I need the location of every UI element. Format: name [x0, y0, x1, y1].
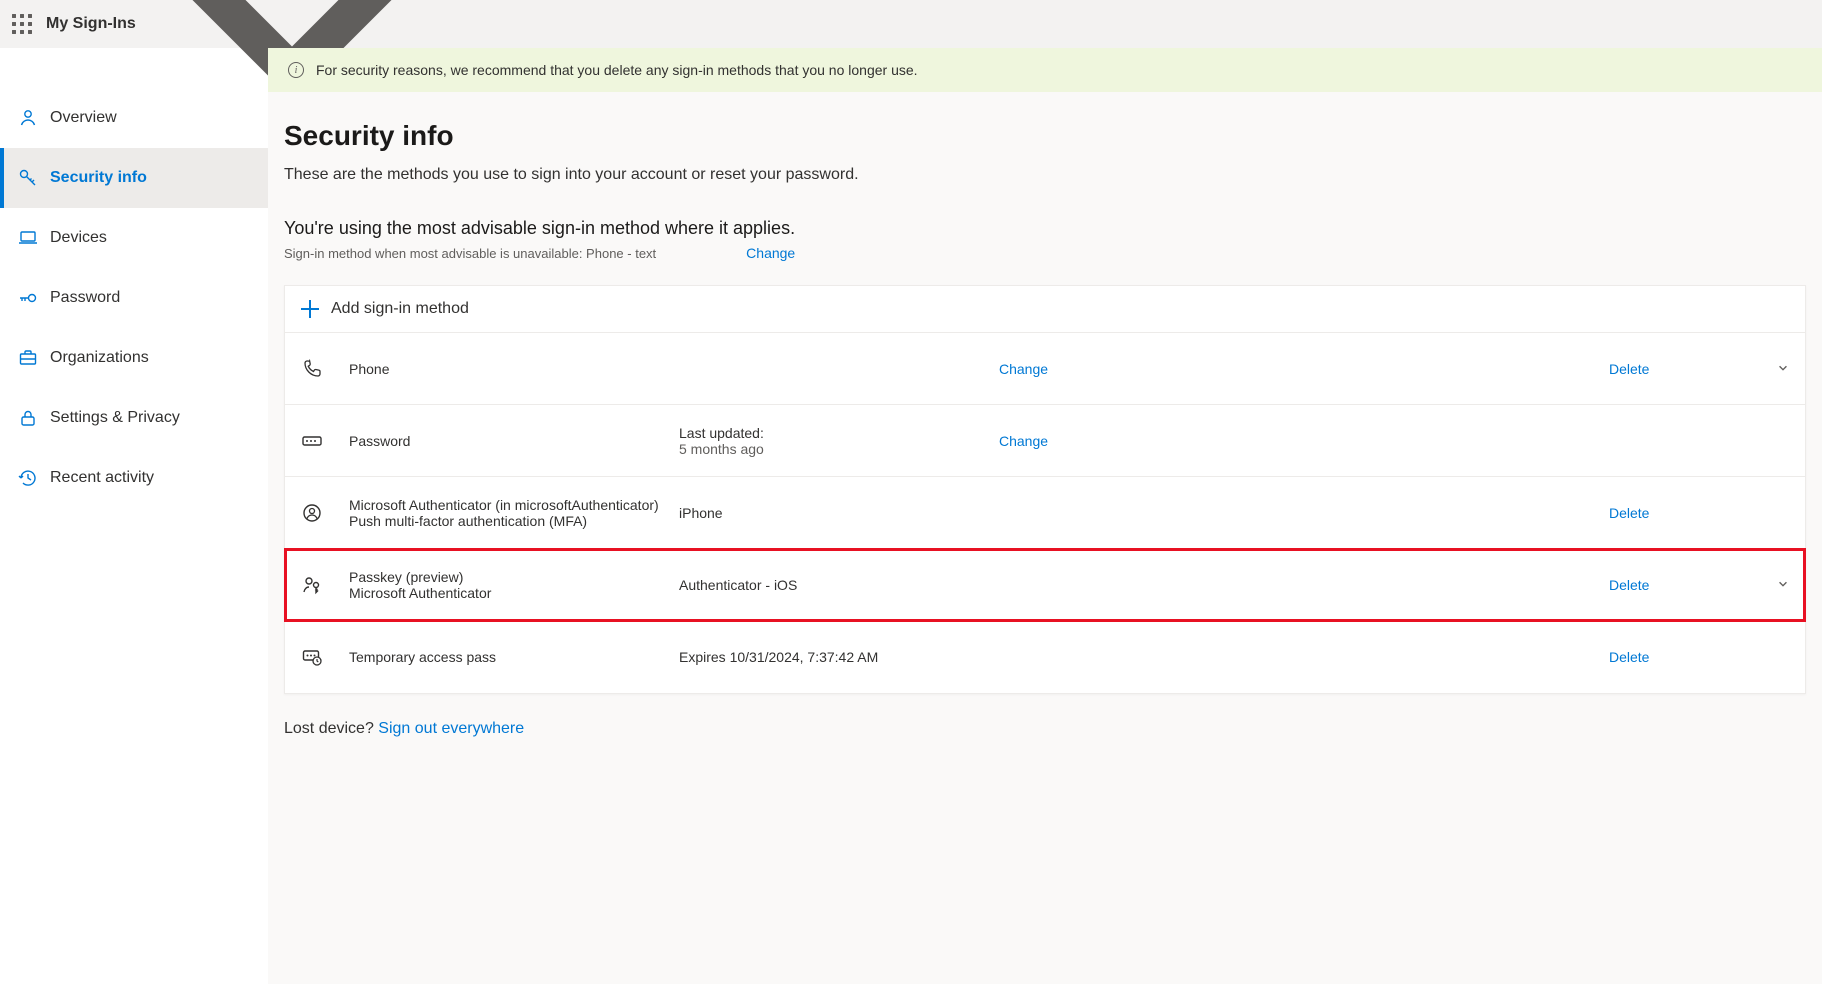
change-link[interactable]: Change	[999, 433, 1048, 449]
sidebar-item-overview[interactable]: Overview	[0, 88, 268, 148]
page-subtitle: These are the methods you use to sign in…	[284, 166, 1806, 184]
sidebar-item-recent-activity[interactable]: Recent activity	[0, 448, 268, 508]
method-icon	[301, 358, 323, 380]
method-icon	[301, 430, 323, 452]
app-launcher-icon[interactable]	[12, 14, 32, 34]
security-banner: i For security reasons, we recommend tha…	[268, 48, 1822, 92]
advisable-text: You're using the most advisable sign-in …	[284, 218, 1806, 239]
sidebar-item-devices[interactable]: Devices	[0, 208, 268, 268]
sidebar-item-label: Security info	[50, 169, 147, 187]
person-icon	[18, 108, 38, 128]
method-title: Microsoft Authenticator (in microsoftAut…	[349, 497, 679, 529]
delete-link[interactable]: Delete	[1609, 505, 1649, 521]
method-row: Microsoft Authenticator (in microsoftAut…	[285, 477, 1805, 549]
method-icon	[301, 646, 323, 668]
sidebar-item-label: Settings & Privacy	[50, 409, 180, 427]
page-title: Security info	[284, 120, 1806, 152]
sidebar-item-label: Overview	[50, 109, 117, 127]
method-icon	[301, 502, 323, 524]
plus-icon	[301, 300, 319, 318]
change-default-link[interactable]: Change	[746, 245, 795, 261]
lock-icon	[18, 408, 38, 428]
delete-link[interactable]: Delete	[1609, 577, 1649, 593]
delete-link[interactable]: Delete	[1609, 361, 1649, 377]
top-bar: My Sign-Ins	[0, 0, 1822, 48]
sidebar-item-settings-privacy[interactable]: Settings & Privacy	[0, 388, 268, 448]
briefcase-icon	[18, 348, 38, 368]
method-detail: iPhone	[679, 505, 999, 521]
lost-device-section: Lost device? Sign out everywhere	[284, 694, 1806, 738]
chevron-down-icon[interactable]	[1777, 577, 1789, 589]
sidebar-item-organizations[interactable]: Organizations	[0, 328, 268, 388]
method-detail: Authenticator - iOS	[679, 577, 999, 593]
delete-link[interactable]: Delete	[1609, 649, 1649, 665]
method-title: Phone	[349, 361, 679, 377]
sidebar-item-label: Devices	[50, 229, 107, 247]
method-row: Temporary access passExpires 10/31/2024,…	[285, 621, 1805, 693]
sidebar-item-label: Recent activity	[50, 469, 154, 487]
method-detail: Expires 10/31/2024, 7:37:42 AM	[679, 649, 999, 665]
key-icon	[18, 168, 38, 188]
fallback-method-text: Sign-in method when most advisable is un…	[284, 246, 656, 261]
sidebar-nav: Overview Security info Devices Password …	[0, 48, 268, 984]
method-row: PasswordLast updated:5 months agoChange	[285, 405, 1805, 477]
change-link[interactable]: Change	[999, 361, 1048, 377]
method-row: Passkey (preview)Microsoft Authenticator…	[285, 549, 1805, 621]
password-key-icon	[18, 288, 38, 308]
lost-device-prompt: Lost device?	[284, 720, 374, 737]
chevron-down-icon[interactable]	[1777, 361, 1789, 373]
info-icon: i	[288, 62, 304, 78]
method-title: Temporary access pass	[349, 649, 679, 665]
laptop-icon	[18, 228, 38, 248]
add-sign-in-method-button[interactable]: Add sign-in method	[285, 286, 1805, 333]
sign-out-everywhere-link[interactable]: Sign out everywhere	[378, 720, 524, 737]
method-icon	[301, 574, 323, 596]
sidebar-item-label: Password	[50, 289, 120, 307]
history-icon	[18, 468, 38, 488]
methods-list: Add sign-in method PhoneChangeDeletePass…	[284, 285, 1806, 694]
method-detail: Last updated:5 months ago	[679, 425, 999, 457]
add-method-label: Add sign-in method	[331, 300, 469, 318]
app-title-text: My Sign-Ins	[46, 15, 136, 33]
method-row: Phone Change Delete	[285, 333, 1805, 405]
sidebar-item-security-info[interactable]: Security info	[0, 148, 268, 208]
main-content: i For security reasons, we recommend tha…	[268, 48, 1822, 984]
banner-text: For security reasons, we recommend that …	[316, 62, 918, 78]
method-title: Password	[349, 433, 679, 449]
sidebar-item-password[interactable]: Password	[0, 268, 268, 328]
sidebar-item-label: Organizations	[50, 349, 149, 367]
method-title: Passkey (preview)Microsoft Authenticator	[349, 569, 679, 601]
